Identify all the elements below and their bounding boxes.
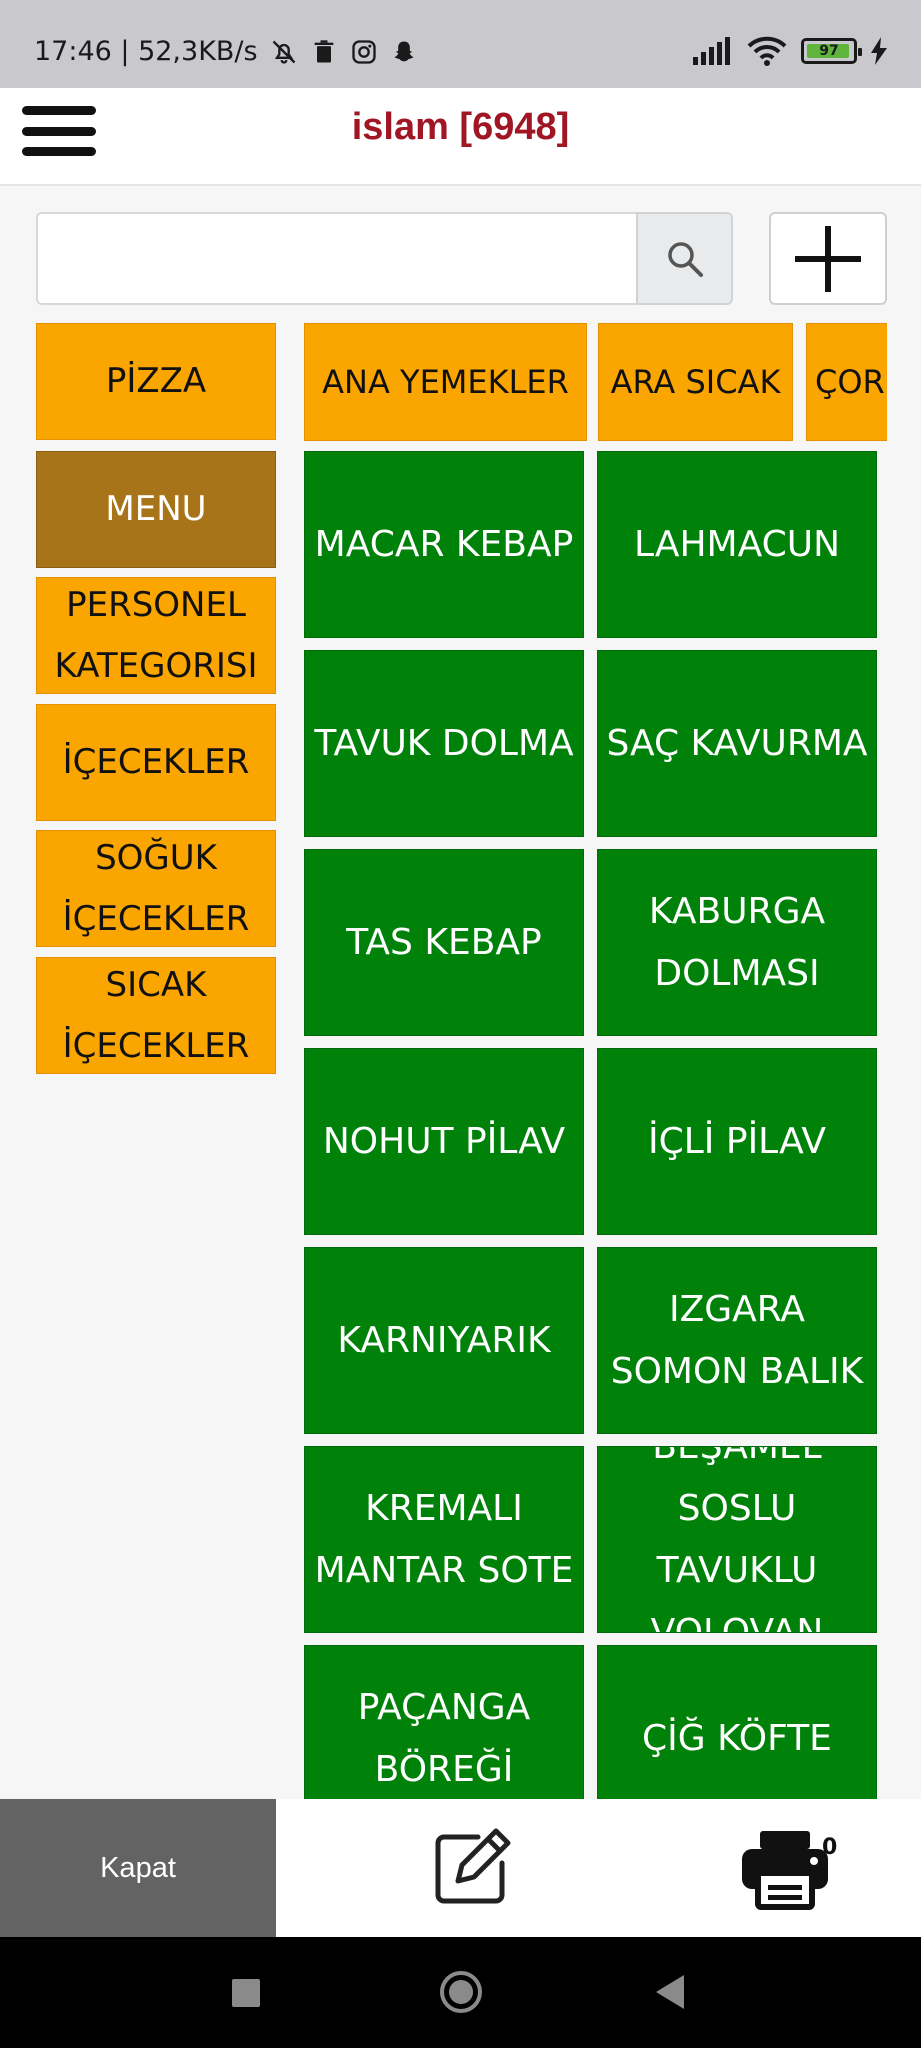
footer-bar: Kapat 0 <box>0 1799 921 1937</box>
wifi-icon <box>747 36 787 66</box>
product-besamel-soslu-tavuklu-volovan[interactable]: BEŞAMEL SOSLU TAVUKLU VOLOVAN <box>597 1446 877 1633</box>
tab-label: ÇOR <box>815 363 885 401</box>
category-label: MENU <box>105 489 207 529</box>
product-label: KARNIYARIK <box>337 1319 551 1361</box>
category-sicak-icecekler[interactable]: SICAK İÇECEKLER <box>36 957 276 1074</box>
app-header: islam [6948] <box>0 88 921 186</box>
product-label: BEŞAMEL SOSLU TAVUKLU VOLOVAN <box>650 1446 824 1633</box>
status-left: 17:46 | 52,3KB/s <box>34 36 418 67</box>
product-label: İÇLİ PİLAV <box>647 1120 827 1162</box>
product-macar-kebap[interactable]: MACAR KEBAP <box>304 451 584 638</box>
product-lahmacun[interactable]: LAHMACUN <box>597 451 877 638</box>
tab-corba[interactable]: ÇOR <box>806 323 887 441</box>
product-label: IZGARA SOMON BALIK <box>610 1288 864 1392</box>
category-soguk-icecekler[interactable]: SOĞUK İÇECEKLER <box>36 830 276 947</box>
battery-icon: 97 <box>801 38 862 64</box>
edit-icon[interactable] <box>430 1825 514 1909</box>
product-sac-kavurma[interactable]: SAÇ KAVURMA <box>597 650 877 837</box>
charging-icon <box>871 37 887 65</box>
tab-ara-sicak[interactable]: ARA SICAK <box>598 323 793 441</box>
search-icon <box>667 241 703 277</box>
category-menu[interactable]: MENU <box>36 451 276 568</box>
product-izgara-somon-balik[interactable]: IZGARA SOMON BALIK <box>597 1247 877 1434</box>
product-karniyarik[interactable]: KARNIYARIK <box>304 1247 584 1434</box>
instagram-icon <box>351 39 376 64</box>
status-time-speed: 17:46 | 52,3KB/s <box>34 36 258 67</box>
product-label: KREMALI MANTAR SOTE <box>314 1487 574 1591</box>
product-label: KABURGA DOLMASI <box>648 890 826 994</box>
subcategory-tabs: ANA YEMEKLER ARA SICAK ÇOR <box>304 323 887 441</box>
category-icecekler[interactable]: İÇECEKLER <box>36 704 276 821</box>
print-count-badge: 0 <box>822 1835 838 1860</box>
search-input[interactable] <box>36 212 636 305</box>
page-title: islam [6948] <box>351 106 570 148</box>
category-label: PİZZA <box>105 361 207 401</box>
category-pizza[interactable]: PİZZA <box>36 323 276 440</box>
battery-level: 97 <box>819 43 839 59</box>
recent-apps-icon[interactable] <box>232 1979 260 2007</box>
product-cig-kofte[interactable]: ÇİĞ KÖFTE <box>597 1645 877 1799</box>
product-label: PAÇANGA BÖREĞİ <box>357 1686 531 1790</box>
status-bar: 17:46 | 52,3KB/s 97 <box>0 0 921 88</box>
plus-icon <box>795 225 861 292</box>
printer-icon[interactable] <box>740 1827 830 1911</box>
system-nav-bar <box>0 1937 921 2048</box>
product-icli-pilav[interactable]: İÇLİ PİLAV <box>597 1048 877 1235</box>
product-kremali-mantar-sote[interactable]: KREMALI MANTAR SOTE <box>304 1446 584 1633</box>
product-label: SAÇ KAVURMA <box>606 722 868 764</box>
product-label: LAHMACUN <box>633 523 841 565</box>
category-label: SICAK İÇECEKLER <box>62 964 250 1066</box>
category-label: SOĞUK İÇECEKLER <box>62 837 250 939</box>
search-button[interactable] <box>636 212 733 305</box>
tab-ana-yemekler[interactable]: ANA YEMEKLER <box>304 323 587 441</box>
close-label: Kapat <box>100 1851 176 1884</box>
back-icon[interactable] <box>656 1975 684 2009</box>
product-label: MACAR KEBAP <box>314 523 574 565</box>
product-grid: MACAR KEBAP LAHMACUN TAVUK DOLMA SAÇ KAV… <box>304 451 887 1799</box>
tab-label: ANA YEMEKLER <box>322 363 569 401</box>
signal-icon <box>693 37 730 65</box>
product-label: NOHUT PİLAV <box>322 1120 566 1162</box>
category-personel-kategorisi[interactable]: PERSONEL KATEGORISI <box>36 577 276 694</box>
product-pacanga-boregi[interactable]: PAÇANGA BÖREĞİ <box>304 1645 584 1799</box>
status-right: 97 <box>693 36 887 66</box>
close-button[interactable]: Kapat <box>0 1799 276 1937</box>
category-label: İÇECEKLER <box>62 742 250 782</box>
category-label: PERSONEL KATEGORISI <box>54 584 258 686</box>
product-label: ÇİĞ KÖFTE <box>642 1717 832 1759</box>
bell-off-icon <box>272 40 295 64</box>
product-tas-kebap[interactable]: TAS KEBAP <box>304 849 584 1036</box>
product-kaburga-dolmasi[interactable]: KABURGA DOLMASI <box>597 849 877 1036</box>
product-nohut-pilav[interactable]: NOHUT PİLAV <box>304 1048 584 1235</box>
add-button[interactable] <box>769 212 887 305</box>
snapchat-icon <box>394 41 413 61</box>
tab-label: ARA SICAK <box>610 363 781 401</box>
product-label: TAS KEBAP <box>346 921 542 963</box>
product-label: TAVUK DOLMA <box>314 722 574 764</box>
product-tavuk-dolma[interactable]: TAVUK DOLMA <box>304 650 584 837</box>
home-icon[interactable] <box>440 1971 482 2013</box>
trash-icon <box>314 39 333 62</box>
